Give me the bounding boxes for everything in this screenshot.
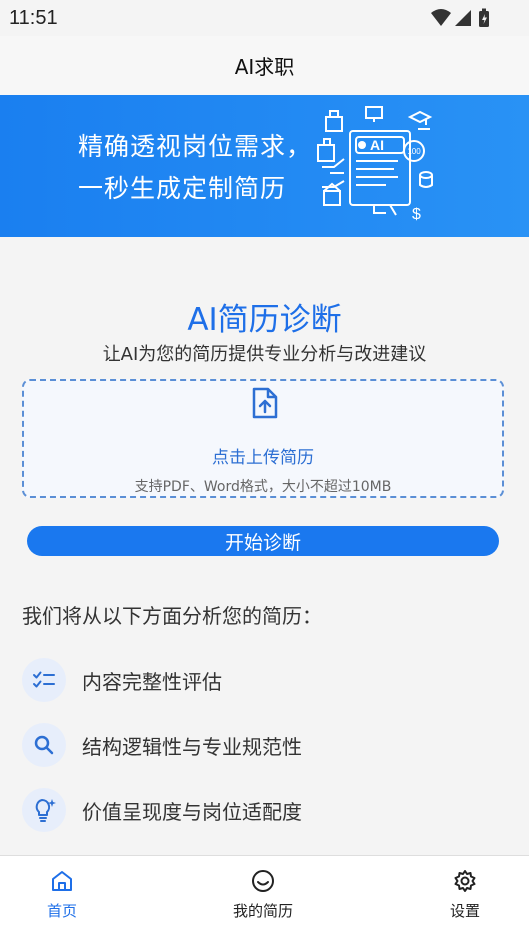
file-upload-icon [252,387,278,419]
gear-icon [454,870,476,892]
page-title: AI求职 [234,55,295,79]
lightbulb-icon [22,788,66,832]
home-icon [52,871,72,891]
nav-label: 首页 [46,902,77,920]
upload-resume-area[interactable]: 点击上传简历 支持PDF、Word格式，大小不超过10MB [22,379,504,498]
battery-icon [479,8,489,27]
aspects-heading: 我们将从以下方面分析您的简历： [22,604,322,628]
aspect-item-structure: 结构逻辑性与专业规范性 [22,723,302,767]
smile-icon [252,870,274,892]
status-bar: 11:51 [0,0,529,36]
start-diagnosis-button[interactable]: 开始诊断 [27,526,499,556]
search-icon [22,723,66,767]
aspect-label: 内容完整性评估 [82,669,222,694]
bottom-nav: 首页 我的简历 设置 [0,855,529,948]
svg-text:100: 100 [407,147,421,156]
nav-item-my-resume[interactable]: 我的简历 [203,868,323,921]
resume-illustration-icon: AI 100 $ [317,106,433,223]
aspect-item-content: 内容完整性评估 [22,658,222,702]
svg-text:AI: AI [370,137,384,153]
banner-headline-1: 精确透视岗位需求， [78,132,313,161]
upload-label: 点击上传简历 [212,448,314,468]
nav-item-settings[interactable]: 设置 [405,868,525,921]
banner-headline-2: 一秒生成定制简历 [78,174,287,203]
status-time: 11:51 [9,7,58,29]
app-bar: AI求职 [0,36,529,95]
wifi-icon [431,9,451,26]
diagnosis-subtitle: 让AI为您的简历提供专业分析与改进建议 [102,344,427,365]
nav-label: 我的简历 [232,902,293,920]
aspect-item-value: 价值呈现度与岗位适配度 [22,788,302,832]
signal-icon [455,10,471,26]
diagnosis-title: AI简历诊断 [187,302,342,338]
nav-item-home[interactable]: 首页 [2,868,122,921]
aspect-label: 结构逻辑性与专业规范性 [82,734,302,759]
nav-label: 设置 [449,902,480,920]
status-icons [431,8,491,32]
aspect-label: 价值呈现度与岗位适配度 [82,799,302,824]
promo-banner[interactable]: 精确透视岗位需求， 一秒生成定制简历 AI 100 $ [0,95,529,237]
svg-text:$: $ [412,206,421,223]
checklist-icon [22,658,66,702]
upload-hint: 支持PDF、Word格式，大小不超过10MB [134,479,392,495]
